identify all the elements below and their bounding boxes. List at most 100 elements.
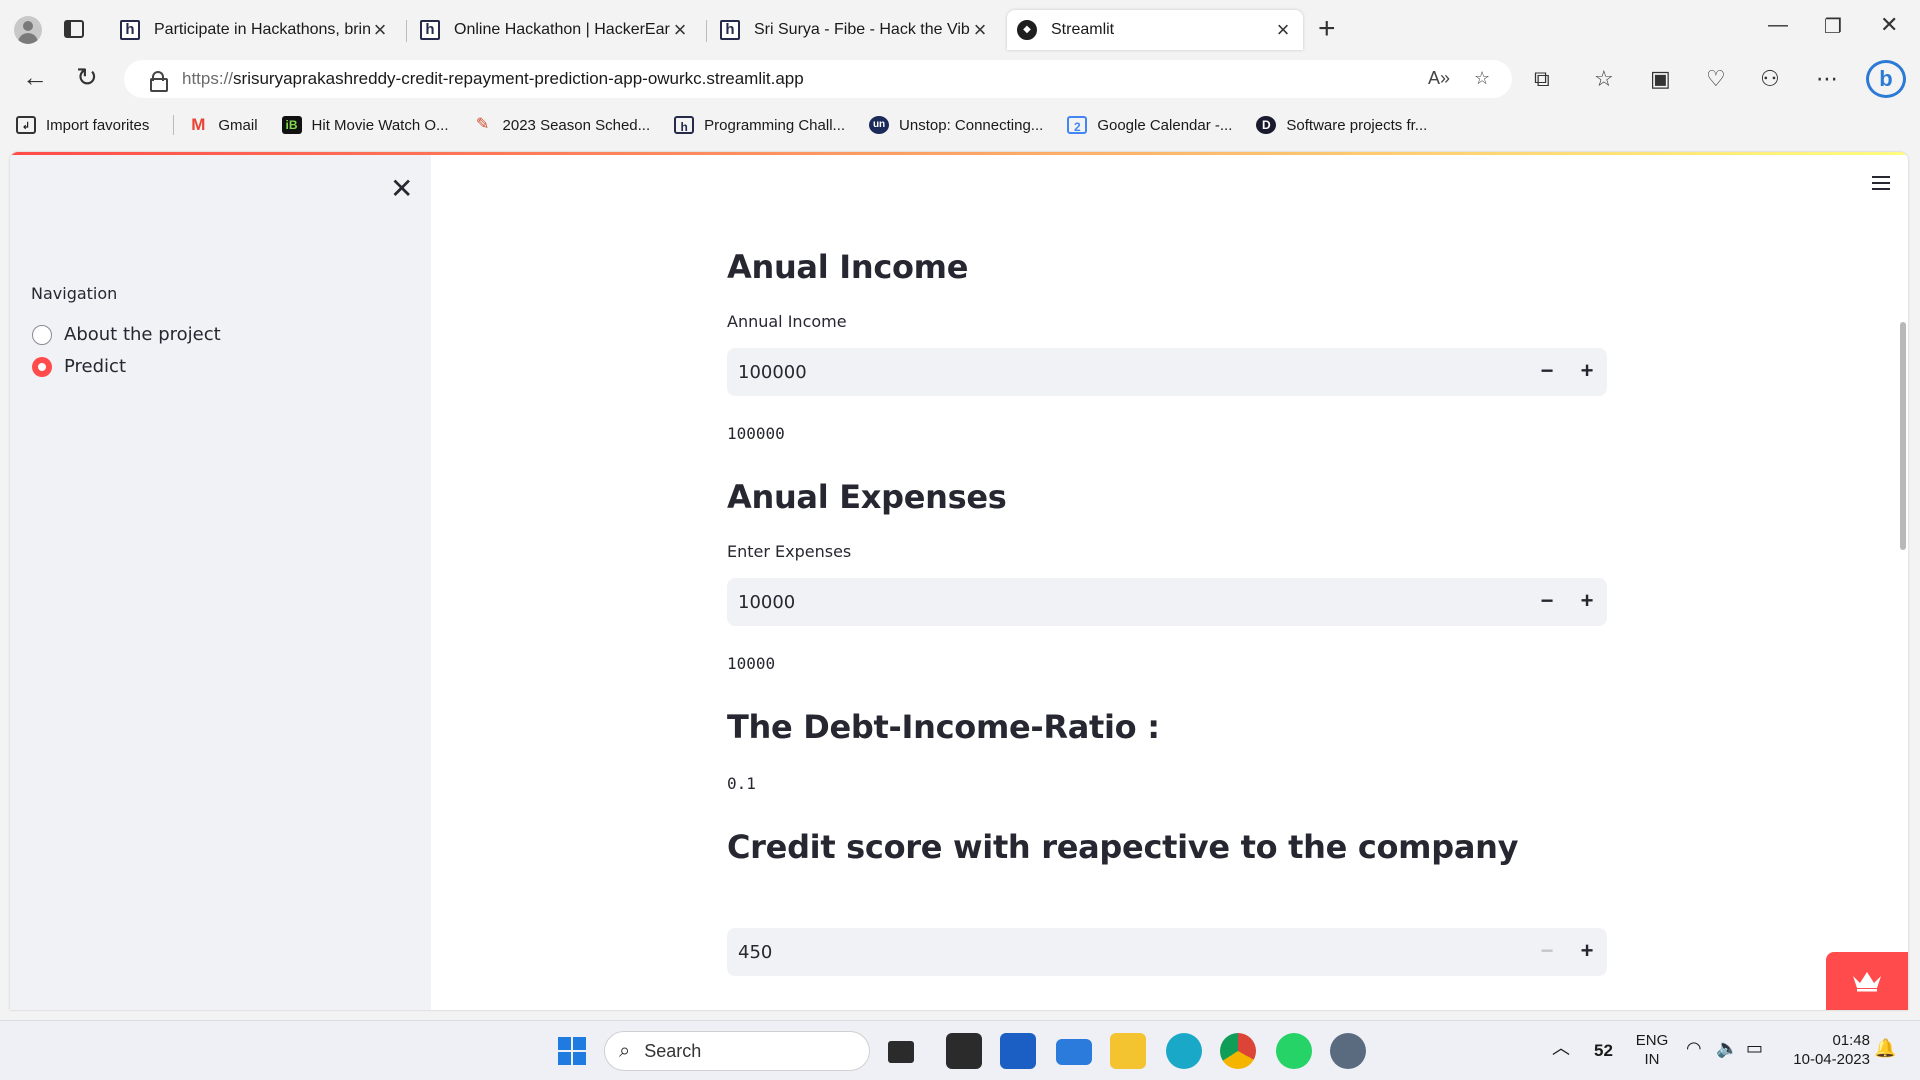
radio-predict[interactable]: Predict — [32, 356, 126, 377]
bookmark-google-calendar[interactable]: 2 Google Calendar -... — [1067, 116, 1232, 134]
close-window-icon[interactable]: ✕ — [1880, 12, 1898, 38]
bookmark-label: Gmail — [218, 116, 258, 134]
radio-unselected-icon[interactable] — [32, 324, 52, 345]
bookmark-label: Software projects fr... — [1286, 116, 1428, 134]
notifications-icon[interactable]: 🔔 — [1874, 1039, 1896, 1058]
file-explorer-icon[interactable] — [1110, 1033, 1146, 1069]
close-tab-icon[interactable]: × — [670, 19, 690, 41]
bookmark-unstop[interactable]: un Unstop: Connecting... — [869, 116, 1043, 134]
profile-avatar-icon[interactable] — [14, 16, 42, 44]
increment-button[interactable]: + — [1567, 348, 1607, 396]
sidebar: ✕ Navigation About the project Predict — [10, 155, 431, 1010]
bookmarks-bar: ↲ Import favorites M Gmail iB Hit Movie … — [0, 108, 1920, 142]
store-icon[interactable] — [1000, 1033, 1036, 1069]
expenses-number-input[interactable]: 10000 − + — [727, 578, 1607, 626]
taskbar: ⌕ Search ︿ 52 ENG IN ◠ 🔈 ▭ 01:48 10-04-2… — [0, 1020, 1920, 1080]
radio-selected-icon[interactable] — [32, 356, 52, 377]
close-tab-icon[interactable]: × — [1273, 19, 1293, 41]
income-value[interactable]: 100000 — [727, 362, 1527, 383]
volume-icon[interactable]: 🔈 — [1716, 1039, 1738, 1058]
task-view-icon[interactable] — [888, 1041, 914, 1063]
bookmark-ibomma[interactable]: iB Hit Movie Watch O... — [281, 116, 449, 134]
streamlit-crown-icon — [1853, 972, 1881, 992]
income-number-input[interactable]: 100000 − + — [727, 348, 1607, 396]
hackerearth-favicon-icon: h — [720, 20, 740, 40]
browser-tab-1[interactable]: h Participate in Hackathons, bring × — [110, 10, 400, 50]
hackerearth-favicon-icon: h — [420, 20, 440, 40]
address-bar[interactable]: https://srisuryaprakashreddy-credit-repa… — [124, 60, 1512, 98]
back-arrow-icon[interactable]: ← — [22, 62, 48, 92]
browser-tab-streamlit[interactable]: ◆ Streamlit × — [1007, 10, 1303, 50]
bing-chat-icon[interactable]: b — [1866, 60, 1906, 98]
decrement-button[interactable]: − — [1527, 578, 1567, 626]
battery-icon[interactable]: ▭ — [1746, 1039, 1763, 1058]
weather-temp[interactable]: 52 — [1594, 1041, 1613, 1060]
browser-tab-3[interactable]: h Sri Surya - Fibe - Hack the Vibe! × — [710, 10, 1000, 50]
whatsapp-icon[interactable] — [1276, 1033, 1312, 1069]
income-label: Annual Income — [727, 312, 847, 331]
close-sidebar-icon[interactable]: ✕ — [390, 175, 413, 203]
decrement-button[interactable]: − — [1527, 928, 1567, 976]
collections-icon[interactable]: ▣ — [1650, 66, 1671, 92]
bookmark-label: Programming Chall... — [704, 116, 846, 134]
hackerearth-icon: h — [674, 116, 695, 134]
ratio-header: The Debt-Income-Ratio : — [727, 708, 1160, 746]
mail-icon[interactable] — [1056, 1039, 1092, 1065]
streamlit-favicon-icon: ◆ — [1017, 20, 1037, 40]
terminal-icon[interactable] — [946, 1033, 982, 1069]
new-tab-icon[interactable]: + — [1318, 12, 1336, 46]
refresh-icon[interactable]: ↻ — [76, 62, 98, 92]
ibomma-icon: iB — [281, 116, 302, 134]
bookmark-import-favorites[interactable]: ↲ Import favorites — [16, 116, 149, 134]
more-menu-icon[interactable]: ⋯ — [1816, 66, 1838, 92]
chrome-icon[interactable] — [1220, 1033, 1256, 1069]
decrement-button[interactable]: − — [1527, 348, 1567, 396]
show-hidden-icons[interactable]: ︿ — [1552, 1039, 1570, 1058]
bookmark-gmail[interactable]: M Gmail — [188, 116, 257, 134]
tab-title: Participate in Hackathons, bring — [154, 21, 370, 38]
credit-score-value[interactable]: 450 — [727, 942, 1527, 963]
bookmark-programming-challenges[interactable]: h Programming Chall... — [674, 116, 845, 134]
share-icon[interactable]: ⚇ — [1760, 66, 1780, 92]
clock-time: 01:48 — [1832, 1032, 1870, 1049]
expenses-value[interactable]: 10000 — [727, 592, 1527, 613]
wifi-icon[interactable]: ◠ — [1686, 1039, 1702, 1058]
income-echo: 100000 — [727, 424, 785, 443]
settings-gear-icon[interactable] — [1330, 1033, 1366, 1069]
extensions-icon[interactable]: ⧉ — [1534, 66, 1550, 92]
clock[interactable]: 01:48 10-04-2023 — [1784, 1031, 1870, 1069]
minimize-icon[interactable]: — — [1768, 14, 1788, 37]
page-scrollbar[interactable] — [1900, 322, 1906, 550]
favorites-icon[interactable]: ☆ — [1594, 66, 1614, 92]
browser-essentials-icon[interactable]: ♡ — [1706, 66, 1726, 92]
navigation-label: Navigation — [31, 284, 118, 303]
taskbar-search[interactable]: ⌕ Search — [604, 1031, 870, 1071]
bookmark-label: Hit Movie Watch O... — [311, 116, 449, 134]
add-favorite-icon[interactable]: ☆ — [1474, 68, 1490, 89]
radio-about-project[interactable]: About the project — [32, 324, 221, 345]
close-tab-icon[interactable]: × — [970, 19, 990, 41]
bookmark-season-schedule[interactable]: ✎ 2023 Season Sched... — [473, 116, 650, 134]
lock-icon — [150, 71, 168, 92]
credit-score-number-input[interactable]: 450 − + — [727, 928, 1607, 976]
edge-dev-icon[interactable] — [1166, 1033, 1202, 1069]
streamlit-app: ✕ Navigation About the project Predict A… — [10, 152, 1908, 1010]
tab-title: Online Hackathon | HackerEarth — [454, 21, 670, 38]
increment-button[interactable]: + — [1567, 928, 1607, 976]
tab-actions-icon[interactable] — [64, 20, 84, 38]
windows-start-icon[interactable] — [554, 1033, 590, 1069]
radio-label: Predict — [64, 356, 126, 377]
browser-tab-2[interactable]: h Online Hackathon | HackerEarth × — [410, 10, 700, 50]
restore-icon[interactable]: ❐ — [1824, 14, 1842, 39]
software-projects-icon: D — [1256, 116, 1277, 134]
search-placeholder: Search — [644, 1040, 702, 1061]
bookmark-software-projects[interactable]: D Software projects fr... — [1256, 116, 1427, 134]
increment-button[interactable]: + — [1567, 578, 1607, 626]
close-tab-icon[interactable]: × — [370, 19, 390, 41]
main-menu-icon[interactable] — [1872, 176, 1890, 190]
streamlit-badge-button[interactable] — [1826, 952, 1908, 1010]
pin-icon: ✎ — [475, 116, 490, 133]
read-aloud-icon[interactable]: A» — [1428, 68, 1450, 89]
language-indicator[interactable]: ENG IN — [1634, 1031, 1670, 1069]
tab-title: Sri Surya - Fibe - Hack the Vibe! — [754, 21, 970, 38]
